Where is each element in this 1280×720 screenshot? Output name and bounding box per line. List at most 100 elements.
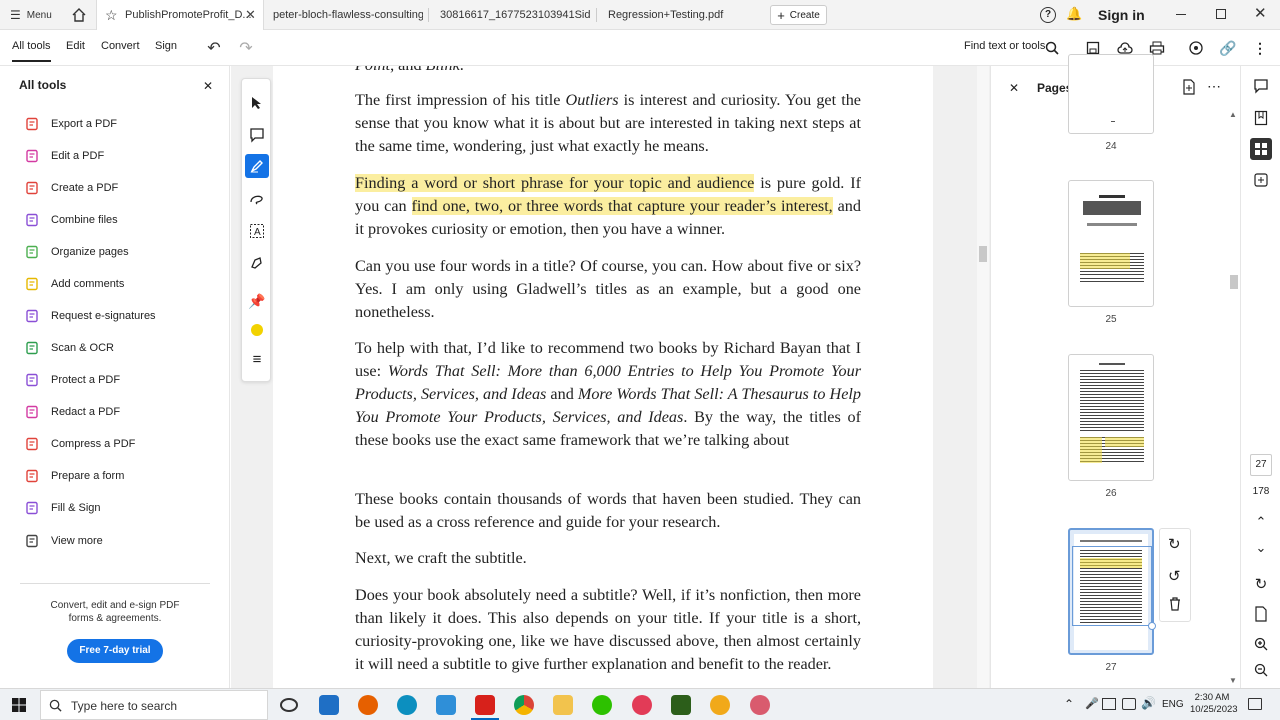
utility-app-icon[interactable]	[671, 695, 691, 715]
redo-icon[interactable]: ↷	[236, 38, 256, 58]
search-icon[interactable]	[1042, 38, 1062, 58]
page-thumbnail-27-selected[interactable]	[1068, 528, 1156, 655]
bookmarks-icon[interactable]	[1251, 108, 1271, 128]
system-tray-chevron-icon[interactable]: ⌃	[1064, 697, 1074, 711]
zoom-in-icon[interactable]	[1251, 634, 1271, 654]
tool-protect-pdf[interactable]: Protect a PDF	[24, 370, 120, 390]
close-pages-icon[interactable]: ✕	[1009, 81, 1019, 95]
page-thumbnails-icon[interactable]	[1250, 138, 1272, 160]
tab-document-2[interactable]: peter-bloch-flawless-consulting...	[273, 0, 423, 30]
page-thumbnail-24[interactable]	[1068, 54, 1154, 134]
insert-page-icon[interactable]	[1182, 79, 1196, 100]
all-tools-menu[interactable]: All tools	[12, 40, 51, 62]
more-tools-icon[interactable]: ≡	[245, 347, 269, 371]
page-layout-icon[interactable]	[1251, 604, 1271, 624]
tool-request-esignatures[interactable]: Request e-signatures	[24, 306, 156, 326]
tool-organize-pages[interactable]: Organize pages	[24, 242, 129, 262]
microphone-icon[interactable]: 🎤	[1085, 697, 1099, 710]
convert-menu[interactable]: Convert	[101, 40, 140, 52]
tab-document-3[interactable]: 30816617_1677523103941Side-H...	[440, 0, 590, 30]
sign-menu[interactable]: Sign	[155, 40, 177, 52]
pages-more-icon[interactable]: ⋯	[1207, 78, 1221, 95]
windows-start-icon[interactable]	[12, 698, 26, 717]
tool-edit-pdf[interactable]: Edit a PDF	[24, 146, 104, 166]
firefox-app-icon[interactable]	[358, 695, 378, 715]
more-options-icon[interactable]: ⋮	[1250, 38, 1270, 58]
text-box-icon[interactable]: A	[245, 219, 269, 243]
tab-active-document[interactable]: ☆ PublishPromoteProfit_D... ✕	[96, 0, 264, 30]
tool-prepare-form[interactable]: Prepare a form	[24, 466, 124, 486]
language-indicator[interactable]: ENG	[1162, 699, 1184, 710]
refresh-icon[interactable]: ↻	[1251, 574, 1271, 594]
snipping-tool-app-icon[interactable]	[750, 695, 770, 715]
highlight-tool-icon[interactable]	[245, 154, 269, 178]
attachments-icon[interactable]	[1251, 170, 1271, 190]
tool-export-pdf[interactable]: Export a PDF	[24, 114, 117, 134]
select-tool-icon[interactable]	[245, 91, 269, 115]
bell-icon[interactable]: 🔔	[1066, 6, 1082, 22]
close-tab-icon[interactable]: ✕	[245, 0, 256, 30]
tool-view-more[interactable]: View more	[24, 531, 103, 551]
scrollbar-thumb[interactable]	[979, 246, 987, 262]
next-page-icon[interactable]: ⌄	[1251, 538, 1271, 558]
rotate-clockwise-icon[interactable]: ↻	[1168, 535, 1181, 553]
free-trial-button[interactable]: Free 7-day trial	[67, 639, 163, 663]
screen-recorder-app-icon[interactable]	[632, 695, 652, 715]
page-thumbnail-25[interactable]	[1068, 180, 1154, 307]
close-window-icon[interactable]: ✕	[1254, 4, 1267, 22]
speaker-icon[interactable]: 🔊	[1141, 696, 1156, 710]
scroll-down-icon[interactable]: ▼	[1229, 676, 1237, 685]
acrobat-app-icon[interactable]	[475, 695, 495, 715]
tool-fill-sign[interactable]: Fill & Sign	[24, 498, 101, 518]
notifications-icon[interactable]	[1248, 698, 1262, 710]
document-viewport[interactable]: Point, and Blink. The first impression o…	[231, 66, 990, 688]
ai-assistant-icon[interactable]	[1186, 38, 1206, 58]
file-explorer-app-icon[interactable]	[553, 695, 573, 715]
vertical-scrollbar[interactable]	[977, 66, 989, 688]
previous-page-icon[interactable]: ⌃	[1251, 512, 1271, 532]
pdf-page[interactable]: Point, and Blink. The first impression o…	[273, 66, 933, 688]
cortana-icon[interactable]	[280, 698, 298, 712]
page-thumbnail-26[interactable]	[1068, 354, 1154, 481]
undo-icon[interactable]: ↶	[204, 38, 224, 58]
pages-scrollbar[interactable]: ▲ ▼	[1228, 110, 1240, 688]
file-sync-app-icon[interactable]	[436, 695, 456, 715]
pages-scrollbar-thumb[interactable]	[1230, 275, 1238, 289]
rotate-counterclockwise-icon[interactable]: ↺	[1168, 567, 1181, 585]
delete-page-icon[interactable]	[1169, 597, 1181, 616]
sign-in-button[interactable]: Sign in	[1098, 7, 1145, 23]
clock[interactable]: 2:30 AM 10/25/2023	[1190, 692, 1238, 716]
tab-document-4[interactable]: Regression+Testing.pdf	[608, 0, 758, 30]
add-comment-icon[interactable]	[245, 123, 269, 147]
sign-tool-icon[interactable]	[245, 251, 269, 275]
scroll-up-icon[interactable]: ▲	[1229, 110, 1237, 119]
tray-icon-2[interactable]	[1122, 698, 1136, 710]
help-icon[interactable]: ?	[1040, 7, 1056, 23]
tool-create-pdf[interactable]: Create a PDF	[24, 178, 118, 198]
restore-icon[interactable]	[1216, 9, 1226, 19]
close-panel-icon[interactable]: ✕	[203, 79, 213, 93]
tray-icon-1[interactable]	[1102, 698, 1116, 710]
tool-scan-ocr[interactable]: Scan & OCR	[24, 338, 114, 358]
color-picker-icon[interactable]	[245, 318, 269, 342]
tool-combine-files[interactable]: Combine files	[24, 210, 118, 230]
comments-icon[interactable]	[1251, 76, 1271, 96]
minimize-icon[interactable]	[1176, 14, 1186, 15]
zoom-out-icon[interactable]	[1251, 660, 1271, 680]
tool-redact-pdf[interactable]: Redact a PDF	[24, 402, 120, 422]
tool-compress-pdf[interactable]: Compress a PDF	[24, 434, 135, 454]
tool-add-comments[interactable]: Add comments	[24, 274, 124, 294]
highlight-2[interactable]: find one, two, or three words that captu…	[411, 197, 833, 215]
find-text-label[interactable]: Find text or tools	[964, 40, 1045, 52]
menu-button[interactable]: ☰ Menu	[10, 8, 52, 22]
chrome-app-icon[interactable]	[514, 695, 534, 715]
draw-tool-icon[interactable]	[245, 187, 269, 211]
create-tab-button[interactable]: + Create	[770, 5, 827, 25]
edit-menu[interactable]: Edit	[66, 40, 85, 52]
current-page-box[interactable]: 27	[1250, 454, 1272, 476]
highlight-1[interactable]: Finding a word or short phrase for your …	[355, 174, 755, 192]
link-icon[interactable]: 🔗	[1218, 38, 1238, 58]
taskbar-search-box[interactable]: Type here to search	[40, 690, 268, 720]
edge-app-icon[interactable]	[397, 695, 417, 715]
home-icon[interactable]	[70, 6, 88, 24]
